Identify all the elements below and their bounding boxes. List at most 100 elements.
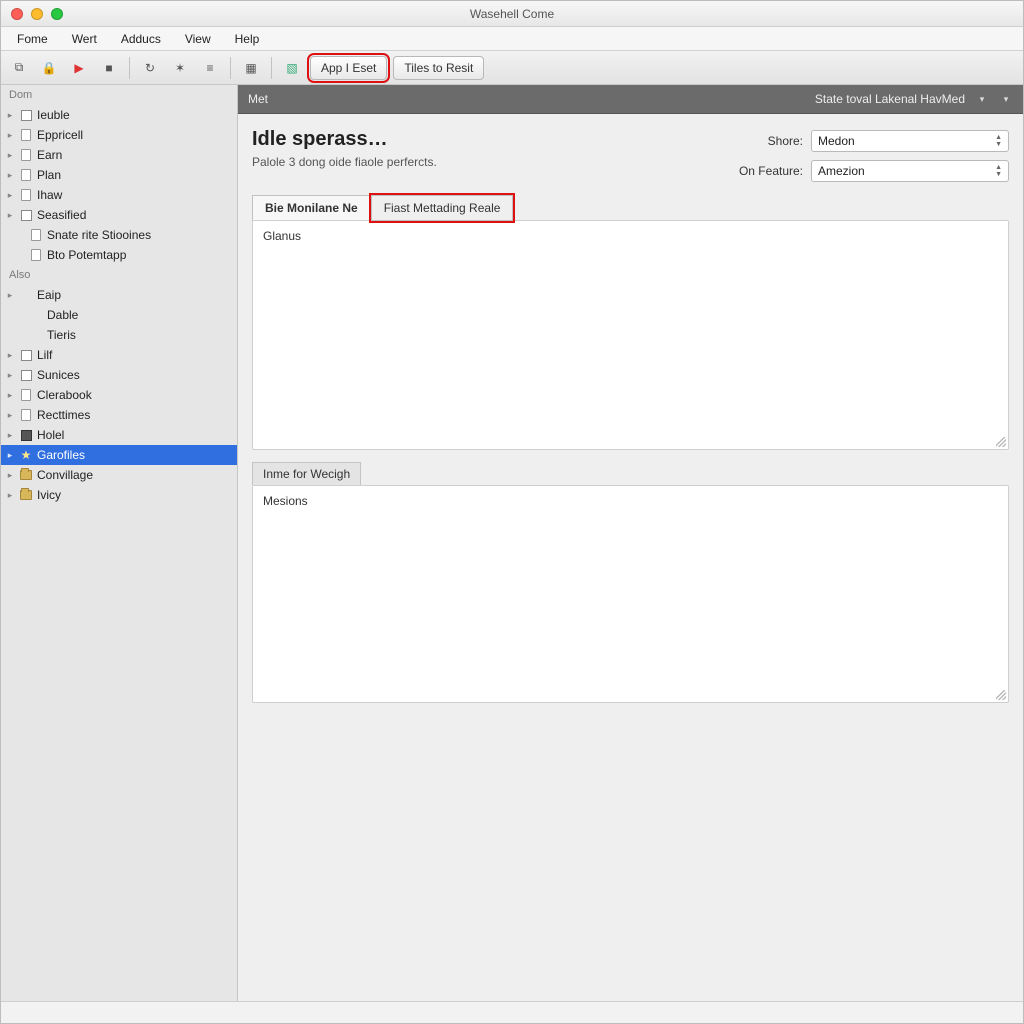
menu-adducs[interactable]: Adducs [111, 29, 171, 49]
box-icon [19, 348, 33, 362]
main-panel: Met State toval Lakenal HavMed ▾ ▾ Idle … [238, 85, 1023, 1001]
empty-icon [29, 328, 43, 342]
sidebar-item-plan[interactable]: ▸Plan [1, 165, 237, 185]
shore-value: Medon [818, 134, 855, 148]
sidebar-item-dable[interactable]: Dable [1, 305, 237, 325]
feature-select[interactable]: Amezion ▲▼ [811, 160, 1009, 182]
folder-icon [19, 468, 33, 482]
sidebar-tree-1: ▸Ieuble ▸Eppricell ▸Earn ▸Plan ▸Ihaw ▸Se… [1, 105, 237, 265]
sidebar-item-label: Eppricell [37, 128, 83, 142]
sidebar-item-ivicy[interactable]: ▸Ivicy [1, 485, 237, 505]
context-bar-status: State toval Lakenal HavMed [815, 92, 965, 106]
refresh-icon[interactable]: ↻ [138, 56, 162, 80]
context-bar: Met State toval Lakenal HavMed ▾ ▾ [238, 85, 1023, 114]
sidebar-item-lilf[interactable]: ▸Lilf [1, 345, 237, 365]
sidebar-item-label: Snate rite Stiooines [47, 228, 151, 242]
menu-wert[interactable]: Wert [62, 29, 107, 49]
chevron-down-icon[interactable]: ▾ [975, 92, 989, 106]
camera-icon[interactable]: ■ [97, 56, 121, 80]
sidebar-item-bto[interactable]: Bto Potemtapp [1, 245, 237, 265]
sidebar-item-label: Seasified [37, 208, 86, 222]
sidebar-item-earn[interactable]: ▸Earn [1, 145, 237, 165]
sidebar-item-eppricell[interactable]: ▸Eppricell [1, 125, 237, 145]
textarea-content: Glanus [263, 229, 301, 243]
resize-handle-icon[interactable] [996, 690, 1006, 700]
menu-help[interactable]: Help [225, 29, 270, 49]
empty-icon [29, 308, 43, 322]
sidebar-section-dom: Dom [1, 85, 237, 105]
sidebar-item-garofiles[interactable]: ▸★Garofiles [1, 445, 237, 465]
context-bar-left: Met [248, 92, 268, 106]
app-eset-button[interactable]: App I Eset [310, 56, 387, 80]
sidebar-item-label: Lilf [37, 348, 52, 362]
sidebar-item-snate[interactable]: Snate rite Stiooines [1, 225, 237, 245]
page-icon [19, 148, 33, 162]
sidebar-item-label: Dable [47, 308, 78, 322]
tab-bie-monilane[interactable]: Bie Monilane Ne [252, 195, 371, 221]
sidebar-item-label: Bto Potemtapp [47, 248, 126, 262]
stepper-icon: ▲▼ [995, 134, 1002, 148]
sidebar-item-convillage[interactable]: ▸Convillage [1, 465, 237, 485]
tab-fiast-mettading[interactable]: Fiast Mettading Reale [371, 195, 514, 221]
folder-icon [19, 488, 33, 502]
sidebar-item-ihaw[interactable]: ▸Ihaw [1, 185, 237, 205]
shore-select[interactable]: Medon ▲▼ [811, 130, 1009, 152]
sidebar-item-eaip[interactable]: ▸Eaip [1, 285, 237, 305]
play-icon[interactable]: ▶ [67, 56, 91, 80]
menubar: Fome Wert Adducs View Help [1, 27, 1023, 51]
image-icon[interactable]: ▧ [280, 56, 304, 80]
content: Idle sperass… Palole 3 dong oide fiaole … [238, 114, 1023, 723]
sidebar-item-label: Plan [37, 168, 61, 182]
sidebar-item-clerabook[interactable]: ▸Clerabook [1, 385, 237, 405]
grid-icon[interactable]: ▦ [239, 56, 263, 80]
page-icon [19, 188, 33, 202]
field-shore: Shore: Medon ▲▼ [725, 130, 1009, 152]
sidebar-item-label: Ivicy [37, 488, 61, 502]
sidebar-section-also: Also [1, 265, 237, 285]
sidebar-item-tieris[interactable]: Tieris [1, 325, 237, 345]
feature-label: On Feature: [725, 164, 803, 178]
chevron-down-icon[interactable]: ▾ [999, 92, 1013, 106]
box-icon [19, 208, 33, 222]
shuffle-icon[interactable]: ✶ [168, 56, 192, 80]
textarea-content: Mesions [263, 494, 308, 508]
page-title: Idle sperass… [252, 128, 437, 151]
tiles-resit-button[interactable]: Tiles to Resit [393, 56, 484, 80]
toolbar-separator [129, 57, 130, 79]
toolbar: ⧉ 🔒 ▶ ■ ↻ ✶ ≡ ▦ ▧ App I Eset Tiles to Re… [1, 51, 1023, 85]
statusbar [1, 1001, 1023, 1023]
box-icon [19, 368, 33, 382]
textarea-mesions[interactable]: Mesions [252, 485, 1009, 703]
body: Dom ▸Ieuble ▸Eppricell ▸Earn ▸Plan ▸Ihaw… [1, 85, 1023, 1001]
sidebar-item-seasified[interactable]: ▸Seasified [1, 205, 237, 225]
page-icon [19, 388, 33, 402]
app-window: Wasehell Come Fome Wert Adducs View Help… [0, 0, 1024, 1024]
textarea-glanus[interactable]: Glanus [252, 220, 1009, 450]
page-subtitle: Palole 3 dong oide fiaole perfercts. [252, 155, 437, 169]
stepper-icon: ▲▼ [995, 164, 1002, 178]
tab-inme-wecigh[interactable]: Inme for Wecigh [252, 462, 361, 485]
nav-back-icon[interactable]: ⧉ [7, 56, 31, 80]
titlebar: Wasehell Come [1, 1, 1023, 27]
sidebar-item-label: Ihaw [37, 188, 62, 202]
sidebar-tree-2: ▸Eaip Dable Tieris ▸Lilf ▸Sunices ▸Clera… [1, 285, 237, 505]
toolbar-separator-2 [230, 57, 231, 79]
sidebar-item-label: Eaip [37, 288, 61, 302]
dark-icon [19, 428, 33, 442]
page-icon [19, 408, 33, 422]
sidebar: Dom ▸Ieuble ▸Eppricell ▸Earn ▸Plan ▸Ihaw… [1, 85, 238, 1001]
sidebar-item-sunices[interactable]: ▸Sunices [1, 365, 237, 385]
list-icon[interactable]: ≡ [198, 56, 222, 80]
lock-icon[interactable]: 🔒 [37, 56, 61, 80]
menu-view[interactable]: View [175, 29, 221, 49]
toolbar-separator-3 [271, 57, 272, 79]
sidebar-item-recttimes[interactable]: ▸Recttimes [1, 405, 237, 425]
resize-handle-icon[interactable] [996, 437, 1006, 447]
sidebar-item-label: Recttimes [37, 408, 90, 422]
sidebar-item-label: Holel [37, 428, 64, 442]
sidebar-item-label: Ieuble [37, 108, 70, 122]
sidebar-item-holel[interactable]: ▸Holel [1, 425, 237, 445]
sidebar-item-label: Tieris [47, 328, 76, 342]
menu-fome[interactable]: Fome [7, 29, 58, 49]
sidebar-item-ieuble[interactable]: ▸Ieuble [1, 105, 237, 125]
